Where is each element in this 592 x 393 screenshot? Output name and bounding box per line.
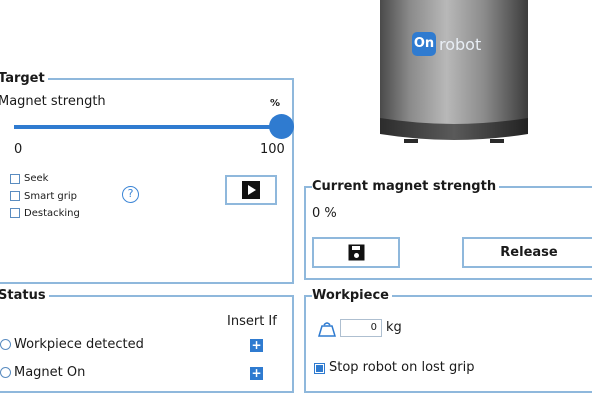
checkbox-checked-mark [316,365,323,372]
insert-if-workpiece-detected-button[interactable]: + [250,339,263,352]
target-panel: Target Magnet strength % 0 100 Seek Smar… [0,71,294,284]
magnet-on-label: Magnet On [14,365,86,380]
logo-mark: On [412,32,436,56]
status-legend: Status [0,288,49,304]
plus-icon: + [251,366,262,380]
stop-robot-label: Stop robot on lost grip [329,360,475,375]
logo-text: robot [439,34,482,54]
onrobot-logo: On robot [412,32,481,56]
play-button[interactable] [225,175,277,205]
insert-if-header: Insert If [227,314,277,329]
weight-unit: kg [386,320,402,335]
target-legend: Target [0,71,48,87]
help-symbol: ? [127,187,134,200]
weight-input[interactable]: 0 [340,319,382,337]
smart-grip-checkbox[interactable] [10,191,20,201]
weight-value: 0 [370,322,377,333]
save-button[interactable] [312,237,400,268]
magnet-strength-slider[interactable] [14,114,294,140]
play-icon [242,181,260,199]
current-strength-value: 0 % [312,206,337,221]
help-icon[interactable]: ? [122,186,139,203]
slider-max-label: 100 [260,142,285,157]
seek-checkbox[interactable] [10,174,20,184]
status-panel: Status Insert If Workpiece detected + Ma… [0,288,294,393]
workpiece-detected-label: Workpiece detected [14,337,144,352]
magnet-strength-unit: % [270,98,281,109]
slider-thumb[interactable] [269,114,294,139]
current-strength-panel: Current magnet strength 0 % Release [304,179,592,280]
stop-robot-checkbox[interactable] [314,363,325,374]
release-label: Release [500,245,558,260]
smart-grip-label: Smart grip [24,191,78,202]
slider-min-label: 0 [14,142,23,157]
current-strength-legend: Current magnet strength [312,179,500,195]
destacking-label: Destacking [24,208,80,219]
magnet-on-indicator [0,367,11,378]
gripper-product-image: On robot [368,0,540,148]
magnet-strength-label: Magnet strength [0,94,106,109]
gripper-illustration [380,0,528,143]
workpiece-detected-indicator [0,339,11,350]
save-icon [348,244,364,261]
weight-icon [318,322,336,337]
insert-if-magnet-on-button[interactable]: + [250,367,263,380]
release-button[interactable]: Release [462,237,592,268]
seek-label: Seek [24,173,49,184]
destacking-checkbox[interactable] [10,208,20,218]
slider-fill [14,125,282,129]
workpiece-legend: Workpiece [312,288,392,304]
workpiece-panel: Workpiece 0 kg Stop robot on lost grip [304,288,592,393]
plus-icon: + [251,338,262,352]
